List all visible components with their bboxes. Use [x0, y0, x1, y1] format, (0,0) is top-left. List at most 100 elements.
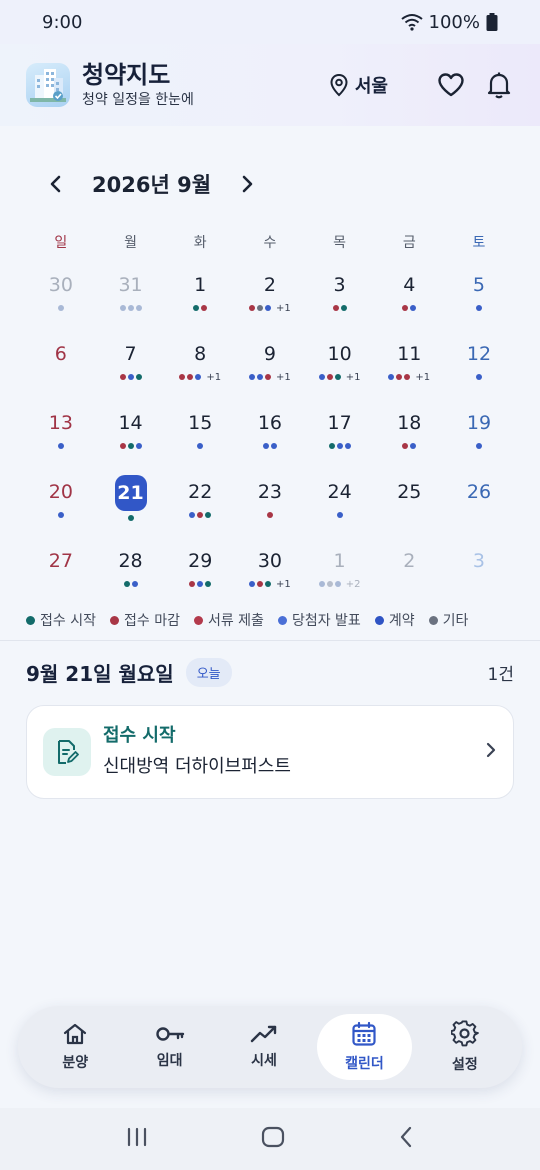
day-number: 8 [194, 343, 207, 365]
battery-percent: 100% [428, 11, 480, 33]
calendar-day[interactable]: 30 [26, 262, 96, 331]
back-button[interactable] [398, 1126, 414, 1152]
event-card[interactable]: 접수 시작 신대방역 더하이브퍼스트 [26, 705, 514, 799]
weekday-label: 일 [54, 235, 68, 251]
calendar-day[interactable]: 17 [305, 400, 375, 469]
event-dot [340, 305, 347, 311]
event-dot [187, 374, 194, 380]
event-dots [123, 580, 138, 588]
calendar-day[interactable]: 11 +1 [374, 331, 444, 400]
calendar-week: 20 21 22 23 24 25 26 [26, 469, 514, 538]
event-dot [257, 581, 264, 587]
legend-label: 서류 제출 [207, 613, 264, 629]
calendar-day[interactable]: 2 +1 [235, 262, 305, 331]
tab-calendar[interactable]: 캘린더 [317, 1014, 412, 1080]
calendar-day[interactable]: 3 [305, 262, 375, 331]
calendar-day[interactable]: 19 [444, 400, 514, 469]
calendar-day[interactable]: 30 +1 [235, 538, 305, 607]
event-dot [344, 443, 351, 449]
event-dot [266, 512, 273, 518]
next-month-button[interactable] [235, 172, 259, 196]
day-number: 14 [118, 412, 143, 434]
event-dots [262, 442, 277, 450]
day-number: 3 [472, 550, 486, 572]
event-dots [57, 442, 64, 450]
event-dot [127, 515, 134, 521]
more-events-count: +1 [415, 371, 431, 383]
calendar-day[interactable]: 3 [444, 538, 514, 607]
calendar-day[interactable]: 25 [374, 469, 444, 538]
weekday-label: 금 [402, 235, 416, 251]
calendar-day[interactable]: 2 [374, 538, 444, 607]
calendar-day[interactable]: 7 [96, 331, 166, 400]
calendar-day[interactable]: 23 [235, 469, 305, 538]
event-dot [201, 305, 208, 311]
event-dot [123, 581, 130, 587]
tab-market-price[interactable]: 시세 [217, 1014, 311, 1080]
home-circle-icon [261, 1126, 285, 1148]
day-number: 2 [403, 550, 416, 572]
event-dot [318, 581, 325, 587]
location-label: 서울 [354, 76, 388, 97]
favorite-button[interactable] [436, 70, 466, 100]
calendar-day[interactable]: 18 [374, 400, 444, 469]
calendar-day[interactable]: 6 [26, 331, 96, 400]
event-dots [197, 442, 204, 450]
event-dot [179, 374, 186, 380]
tab-label: 시세 [251, 1053, 277, 1069]
event-dot [193, 305, 200, 311]
calendar-day[interactable]: 9 +1 [235, 331, 305, 400]
calendar-day[interactable]: 5 [444, 262, 514, 331]
event-dot [135, 443, 142, 449]
day-number: 3 [333, 274, 346, 296]
day-number: 6 [54, 343, 67, 365]
system-nav-bar [0, 1108, 540, 1170]
today-badge: 오늘 [185, 657, 232, 687]
event-dot [265, 305, 272, 311]
location-selector[interactable]: 서울 [329, 72, 388, 98]
day-number: 2 [263, 274, 276, 296]
legend-item: 서류 제출 [193, 610, 264, 630]
calendar-day[interactable]: 22 [165, 469, 235, 538]
event-dot [57, 305, 64, 311]
event-dot [388, 374, 395, 380]
calendar-day[interactable]: 16 [235, 400, 305, 469]
calendar-day[interactable]: 28 [96, 538, 166, 607]
calendar-day[interactable]: 24 [305, 469, 375, 538]
calendar-day[interactable]: 4 [374, 262, 444, 331]
calendar-day[interactable]: 14 [96, 400, 166, 469]
calendar-day[interactable]: 27 [26, 538, 96, 607]
prev-month-button[interactable] [44, 172, 68, 196]
tab-settings[interactable]: 설정 [418, 1014, 512, 1080]
event-dots: +2 [318, 579, 360, 590]
home-nav-button[interactable] [261, 1126, 285, 1152]
calendar-day[interactable]: 15 [165, 400, 235, 469]
tab-sale[interactable]: 분양 [28, 1014, 122, 1080]
legend-item: 계약 [374, 610, 415, 630]
day-number: 18 [397, 412, 422, 434]
event-dots [402, 442, 417, 450]
calendar-day[interactable]: 20 [26, 469, 96, 538]
home-icon [64, 1023, 87, 1045]
calendar-day[interactable]: 8 +1 [165, 331, 235, 400]
day-number: 19 [466, 412, 492, 434]
calendar-day-today[interactable]: 21 [96, 469, 166, 538]
tab-rent[interactable]: 임대 [122, 1014, 216, 1080]
calendar-day[interactable]: 12 [444, 331, 514, 400]
event-dot [326, 581, 333, 587]
calendar-day[interactable]: 1 [165, 262, 235, 331]
day-number: 21 [114, 475, 147, 511]
recent-apps-button[interactable] [126, 1127, 148, 1151]
tab-label: 설정 [451, 1057, 478, 1073]
legend-dot [277, 615, 287, 625]
calendar-day[interactable]: 26 [444, 469, 514, 538]
calendar-day[interactable]: 1 +2 [305, 538, 375, 607]
calendar-day[interactable]: 13 [26, 400, 96, 469]
status-time: 9:00 [42, 11, 83, 33]
event-dots [57, 304, 64, 312]
calendar-day[interactable]: 10 +1 [305, 331, 375, 400]
calendar-day[interactable]: 31 [96, 262, 166, 331]
calendar-day[interactable]: 29 [165, 538, 235, 607]
month-navigator: 2026년 9월 [44, 166, 259, 202]
notification-button[interactable] [484, 70, 514, 100]
